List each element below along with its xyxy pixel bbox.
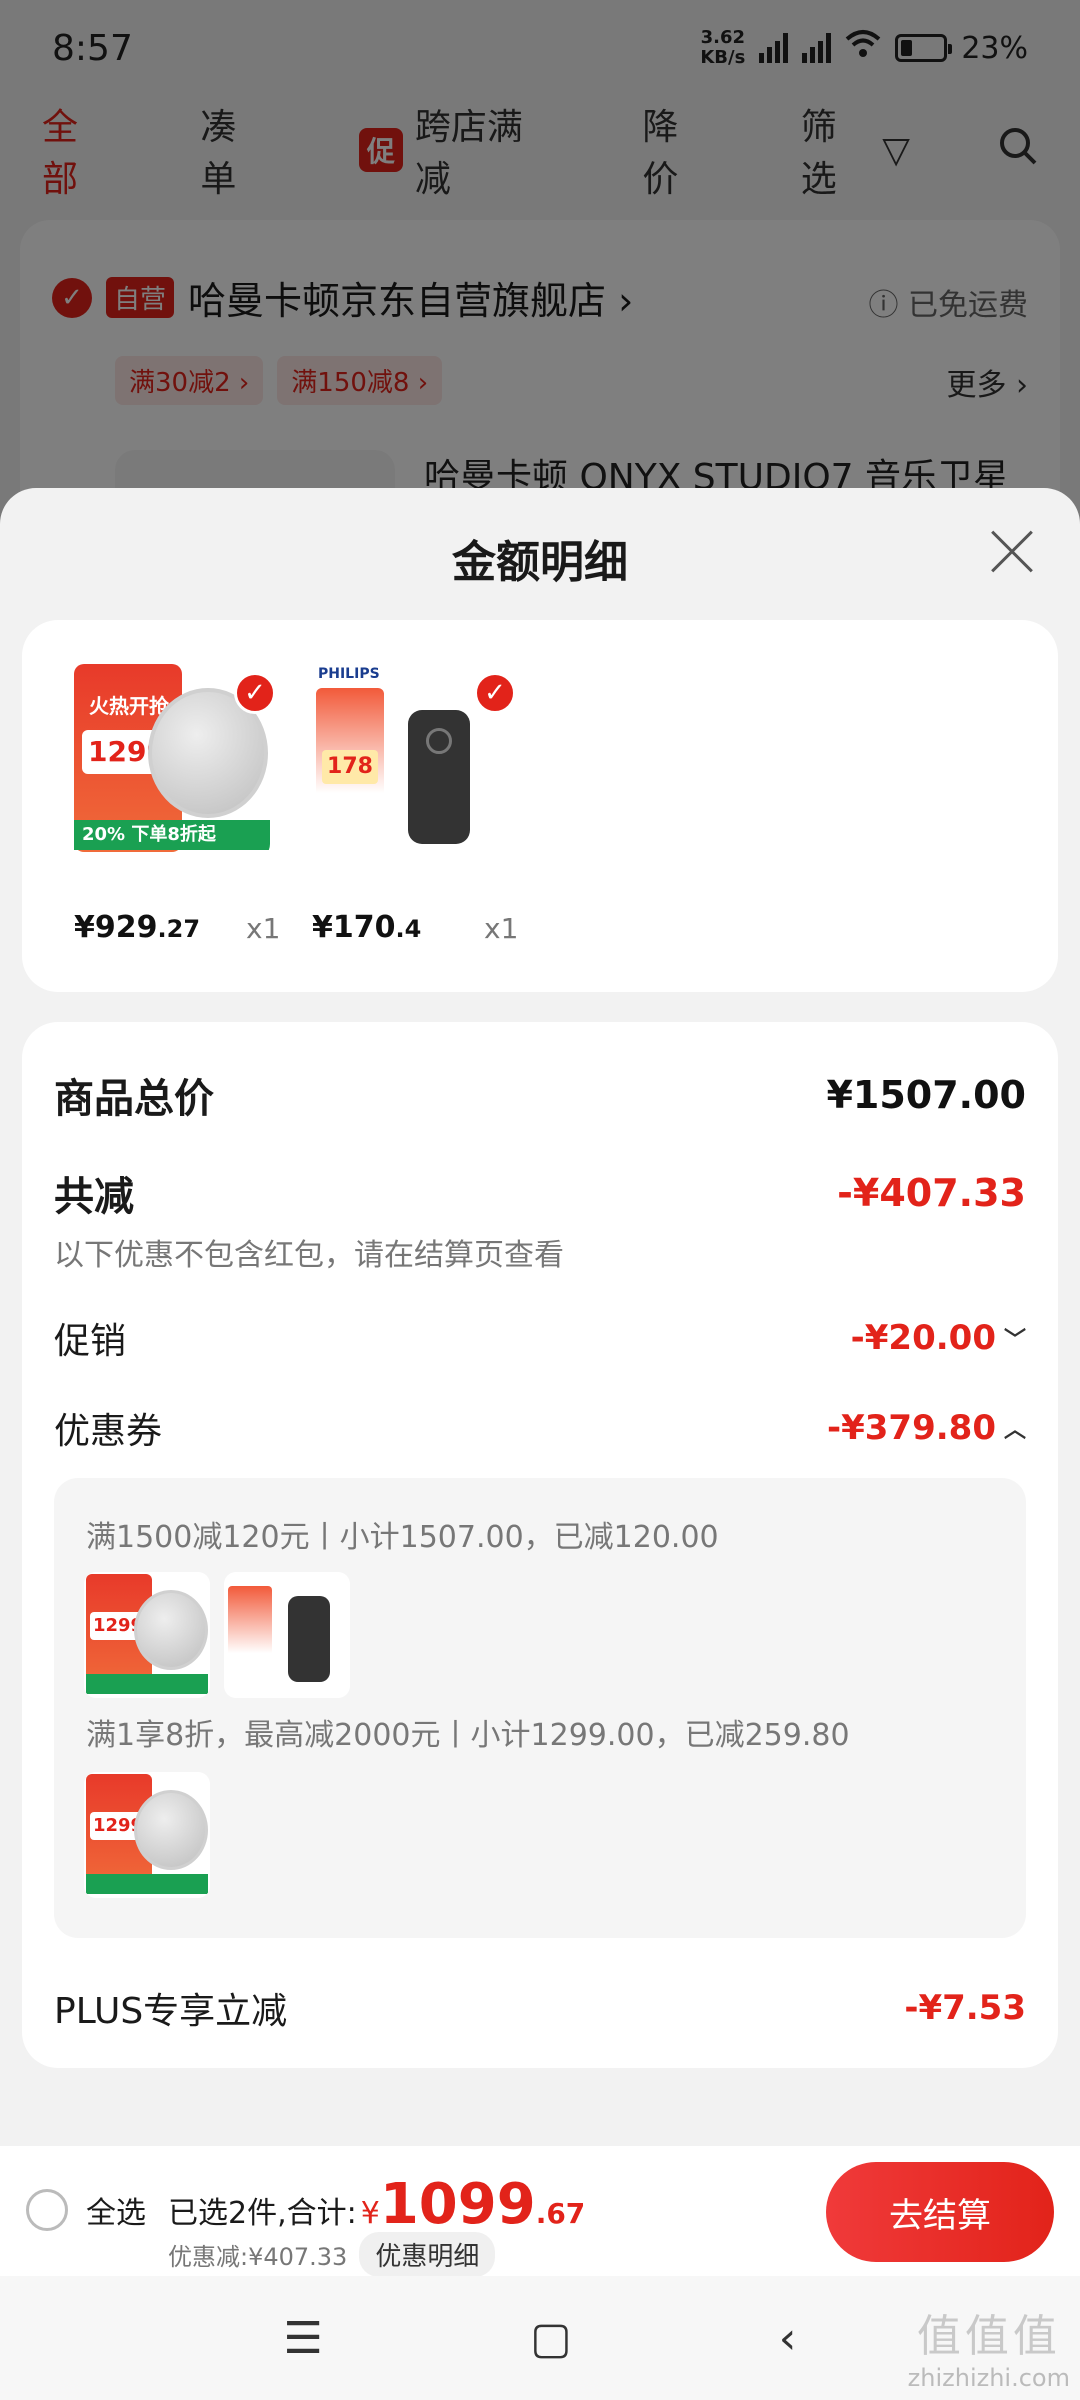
sheet-title: 金额明细	[452, 537, 628, 588]
total-price-label: 商品总价	[54, 1076, 214, 1122]
watermark: 值值值 zhizhizhi.com	[908, 2300, 1070, 2392]
total-price-value: ¥1507.00	[826, 1073, 1026, 1117]
price-dec: .4	[395, 915, 422, 943]
product-price: ¥929.27	[74, 910, 200, 945]
watermark-site: zhizhizhi.com	[907, 2364, 1070, 2392]
watermark-logo: 值值值	[916, 2311, 1061, 2362]
selected-products-card: 火热开抢 1299 20% 下单8折起 ✓ ¥929.27 x1 PHILIPS…	[22, 620, 1058, 992]
price-int: ¥929	[74, 910, 158, 945]
speaker-icon: 1299	[84, 1572, 210, 1698]
plus-row: PLUS专享立减 -¥7.53	[54, 1982, 1026, 2034]
brand-label: PHILIPS	[318, 666, 380, 682]
checkout-button[interactable]: 去结算	[826, 2162, 1054, 2262]
amount-detail-sheet: 金额明细 火热开抢 1299 20% 下单8折起 ✓ ¥929.27 x1 PH…	[0, 488, 1080, 2400]
total-price-row: 商品总价 ¥1507.00	[54, 1066, 1026, 1124]
total-line: 已选2件,合计: ¥ 1099 .67	[168, 2172, 585, 2237]
coupon-detail-box: 满1500减120元丨小计1507.00，已减120.00 1299 满1享8折…	[54, 1478, 1026, 1938]
chevron-down-icon: ﹀	[1003, 1328, 1026, 1353]
discount-row: 共减 -¥407.33	[54, 1164, 1026, 1222]
promo-row[interactable]: 促销 -¥20.00 ﹀	[54, 1312, 1026, 1364]
discount-label: 共减	[54, 1174, 134, 1220]
poster-promo: 20% 下单8折起	[74, 820, 270, 850]
discount-note: 以下优惠不包含红包，请在结算页查看	[54, 1238, 564, 1273]
select-all-label: 全选	[86, 2196, 146, 2231]
plus-label: PLUS专享立减	[54, 1991, 288, 2032]
yen-symbol: ¥	[360, 2196, 380, 2231]
discount-text: 优惠减:¥407.33	[168, 2243, 348, 2271]
radio-icon[interactable]	[26, 2189, 68, 2231]
coupon-row[interactable]: 优惠券 -¥379.80 ︿	[54, 1402, 1026, 1454]
check-icon[interactable]: ✓	[234, 672, 276, 714]
total-dec: .67	[535, 2197, 586, 2230]
speaker-icon: 1299	[84, 1772, 210, 1898]
menu-icon[interactable]: ☰	[284, 2313, 323, 2364]
promo-value-group: -¥20.00 ﹀	[851, 1318, 1026, 1358]
price-summary-card: 商品总价 ¥1507.00 共减 -¥407.33 以下优惠不包含红包，请在结算…	[22, 1022, 1058, 2068]
discount-line: 优惠减:¥407.33 优惠明细	[168, 2232, 496, 2277]
promo-value: -¥20.00	[850, 1318, 996, 1358]
product-price: ¥170.4	[312, 910, 421, 945]
total-int: 1099	[379, 2172, 536, 2237]
checkout-bar: 全选 已选2件,合计: ¥ 1099 .67 优惠减:¥407.33 优惠明细 …	[0, 2146, 1080, 2277]
coupon-value-group: -¥379.80 ︿	[827, 1408, 1026, 1448]
coupon-label: 优惠券	[54, 1411, 163, 1452]
select-all-toggle[interactable]: 全选	[26, 2188, 146, 2232]
selected-label: 已选2件,合计:	[168, 2196, 357, 2231]
discount-detail-button[interactable]: 优惠明细	[359, 2232, 496, 2277]
close-icon[interactable]	[984, 524, 1040, 580]
price-int: ¥170	[312, 910, 396, 945]
coupon-value: -¥379.80	[827, 1408, 996, 1448]
product-item[interactable]: 火热开抢 1299 20% 下单8折起 ✓	[70, 660, 276, 860]
product-qty: x1	[246, 912, 281, 945]
chevron-up-icon: ︿	[1003, 1418, 1026, 1443]
coupon-detail-line: 满1享8折，最高减2000元丨小计1299.00，已减259.80	[86, 1718, 850, 1753]
discount-value: -¥407.33	[837, 1171, 1026, 1215]
home-icon[interactable]: ▢	[530, 2313, 572, 2364]
promo-label: 促销	[54, 1321, 127, 1362]
back-icon[interactable]: ‹	[779, 2313, 797, 2364]
product-qty: x1	[484, 912, 519, 945]
poster-price: 178	[322, 750, 378, 784]
recorder-icon	[224, 1572, 350, 1698]
coupon-detail-line: 满1500减120元丨小计1507.00，已减120.00	[86, 1520, 719, 1555]
check-icon[interactable]: ✓	[474, 672, 516, 714]
plus-value: -¥7.53	[904, 1988, 1026, 2028]
product-item[interactable]: PHILIPS 178 ✓	[308, 660, 516, 860]
price-dec: .27	[157, 915, 201, 943]
